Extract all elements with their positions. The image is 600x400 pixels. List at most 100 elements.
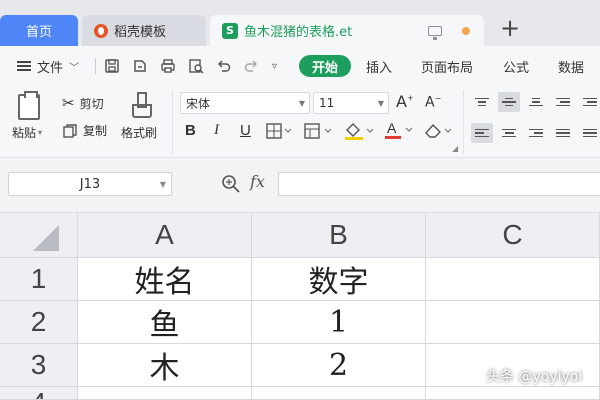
fill-color-button[interactable] — [344, 122, 374, 144]
unsaved-dot-icon — [462, 26, 470, 35]
tab-home[interactable]: 首页 — [0, 15, 78, 46]
cut-label: 剪切 — [79, 96, 104, 111]
justify-icon[interactable] — [552, 123, 574, 143]
new-tab-button[interactable]: + — [498, 16, 522, 41]
paint-bucket-icon — [345, 123, 374, 140]
select-all-corner[interactable] — [0, 213, 78, 258]
increase-font-icon[interactable]: A+ — [396, 92, 414, 111]
tab-formula[interactable]: 公式 — [503, 46, 529, 86]
underline-button[interactable]: U — [240, 122, 251, 139]
chevron-down-icon: ﹀ — [69, 62, 80, 74]
name-box[interactable]: J13 ▼ — [8, 172, 172, 196]
font-color-button[interactable]: A — [384, 120, 414, 144]
align-right-icon[interactable] — [525, 123, 547, 143]
cell-b2[interactable]: 1 — [252, 301, 426, 344]
decrease-font-icon[interactable]: A− — [425, 94, 441, 111]
tab-insert[interactable]: 插入 — [366, 46, 392, 86]
brush-icon — [132, 92, 152, 118]
copy-button[interactable]: 复制 — [62, 122, 107, 139]
cell-b1[interactable]: 数字 — [252, 258, 426, 301]
align-middle-icon[interactable] — [498, 92, 520, 112]
decrease-indent-icon[interactable] — [552, 92, 574, 112]
file-menu-label: 文件 — [37, 60, 64, 76]
row-header[interactable]: 1 — [0, 258, 78, 301]
save-icon[interactable] — [104, 46, 120, 86]
quick-access-dropdown-icon[interactable]: ▿ — [272, 46, 277, 86]
italic-button[interactable]: I — [214, 122, 219, 139]
cell-c2[interactable] — [426, 301, 600, 344]
tab-start[interactable]: 开始 — [299, 55, 351, 77]
print-icon[interactable] — [160, 46, 176, 86]
tab-template[interactable]: 稻壳模板 — [82, 15, 206, 46]
export-icon[interactable] — [132, 46, 148, 86]
cell-a2[interactable]: 鱼 — [78, 301, 252, 344]
font-dialog-launcher-icon[interactable]: ◢ — [452, 144, 458, 153]
column-header-b[interactable]: B — [252, 213, 426, 258]
divider — [463, 90, 464, 154]
hamburger-icon — [17, 61, 31, 71]
file-menu[interactable]: 文件 ﹀ — [17, 46, 79, 86]
cut-button[interactable]: ✂ 剪切 — [62, 94, 104, 112]
redo-icon[interactable] — [243, 46, 259, 86]
format-painter-button[interactable] — [132, 92, 152, 118]
monitor-icon[interactable] — [428, 25, 442, 40]
formula-bar: J13 ▼ fx — [0, 158, 600, 213]
ribbon: 粘贴 ▾ ✂ 剪切 复制 格式刷 宋体 ▼ 11 ▼ A+ A− B I U A — [0, 86, 600, 158]
tab-template-label: 稻壳模板 — [114, 25, 167, 40]
zoom-search-icon[interactable] — [221, 174, 241, 194]
increase-indent-icon[interactable] — [579, 92, 600, 112]
docer-logo-icon — [94, 23, 108, 38]
font-color-icon: A — [385, 120, 413, 139]
formula-input[interactable] — [278, 172, 600, 196]
chevron-down-icon: ▼ — [159, 180, 166, 189]
tab-document[interactable]: S 鱼木混猪的表格.et — [210, 15, 484, 46]
tab-page-layout[interactable]: 页面布局 — [421, 46, 473, 86]
eraser-icon — [425, 123, 452, 138]
watermark: 头条 @yoyiyoi — [486, 369, 583, 385]
paste-button[interactable] — [18, 91, 40, 120]
column-header-c[interactable]: C — [426, 213, 600, 258]
cell-c1[interactable] — [426, 258, 600, 301]
column-header-a[interactable]: A — [78, 213, 252, 258]
row-header[interactable]: 2 — [0, 301, 78, 344]
tab-document-label: 鱼木混猪的表格.et — [244, 25, 353, 40]
row-header[interactable]: 4 — [0, 387, 78, 400]
cell-b3[interactable]: 2 — [252, 344, 426, 387]
clear-format-button[interactable] — [423, 122, 453, 144]
spreadsheet-logo-icon: S — [222, 22, 238, 39]
tab-home-label: 首页 — [25, 25, 52, 40]
cell-b4[interactable] — [252, 387, 426, 400]
cell-a4[interactable] — [78, 387, 252, 400]
cell-c4[interactable] — [426, 387, 600, 400]
paste-dropdown-icon: ▾ — [38, 128, 43, 137]
cell-a1[interactable]: 姓名 — [78, 258, 252, 301]
copy-icon — [63, 123, 77, 138]
font-size-value: 11 — [319, 96, 335, 110]
tab-bar: 首页 稻壳模板 S 鱼木混猪的表格.et + — [0, 0, 600, 46]
undo-icon[interactable] — [216, 46, 232, 86]
border-button[interactable] — [266, 123, 292, 143]
font-name-select[interactable]: 宋体 ▼ — [180, 92, 310, 114]
tab-data[interactable]: 数据 — [558, 46, 584, 86]
align-bottom-icon[interactable] — [525, 92, 547, 112]
align-center-icon[interactable] — [498, 123, 520, 143]
align-top-icon[interactable] — [471, 92, 493, 112]
paste-label-wrap[interactable]: 粘贴 ▾ — [12, 124, 42, 141]
divider — [95, 58, 96, 74]
border-icon — [266, 123, 292, 139]
menu-bar: 文件 ﹀ ▿ 开始 插入 页面布局 公式 数据 — [0, 46, 600, 86]
bold-button[interactable]: B — [185, 122, 196, 139]
font-size-select[interactable]: 11 ▼ — [313, 92, 389, 114]
cell-a3[interactable]: 木 — [78, 344, 252, 387]
copy-label: 复制 — [83, 124, 108, 138]
cell-style-button[interactable] — [304, 123, 332, 143]
row-header-label: 4 — [31, 387, 47, 399]
format-painter-label[interactable]: 格式刷 — [121, 124, 157, 141]
clipboard-icon — [18, 91, 40, 120]
fx-icon[interactable]: fx — [250, 172, 265, 191]
align-left-icon[interactable] — [471, 123, 493, 143]
print-preview-icon[interactable] — [188, 46, 204, 86]
row-header[interactable]: 3 — [0, 344, 78, 387]
chevron-down-icon: ▼ — [377, 99, 384, 108]
distribute-icon[interactable] — [579, 123, 600, 143]
